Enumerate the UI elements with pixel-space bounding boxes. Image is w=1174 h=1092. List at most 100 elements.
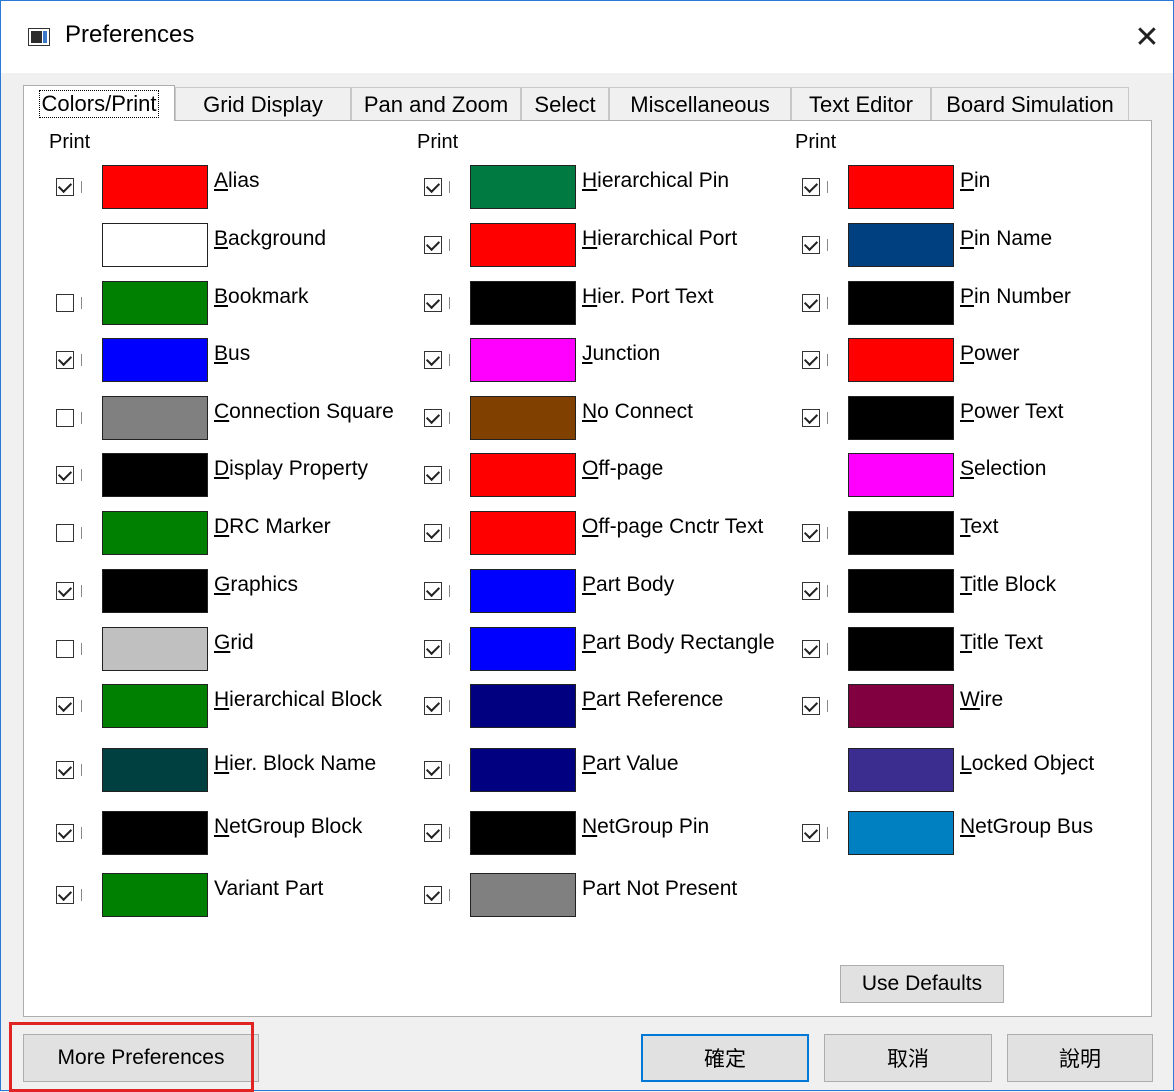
- color-swatch-alias[interactable]: [102, 165, 208, 209]
- color-swatch-connection-square[interactable]: [102, 396, 208, 440]
- color-swatch-junction[interactable]: [470, 338, 576, 382]
- print-checkbox-off-page-cnctr-text[interactable]: [424, 524, 442, 542]
- color-swatch-graphics[interactable]: [102, 569, 208, 613]
- color-swatch-power-text[interactable]: [848, 396, 954, 440]
- tab-grid-display[interactable]: Grid Display: [175, 87, 351, 121]
- color-swatch-hierarchical-port[interactable]: [470, 223, 576, 267]
- color-swatch-grid[interactable]: [102, 627, 208, 671]
- color-label-netgroup-bus: NetGroup Bus: [960, 815, 1094, 838]
- print-checkbox-text[interactable]: [802, 524, 820, 542]
- print-checkbox-pin[interactable]: [802, 178, 820, 196]
- print-checkbox-display-property[interactable]: [56, 466, 74, 484]
- tab-pan-and-zoom[interactable]: Pan and Zoom: [351, 87, 521, 121]
- color-swatch-bus[interactable]: [102, 338, 208, 382]
- color-swatch-text[interactable]: [848, 511, 954, 555]
- print-checkbox-netgroup-block[interactable]: [56, 824, 74, 842]
- print-checkbox-hierarchical-block[interactable]: [56, 697, 74, 715]
- help-button[interactable]: 說明: [1007, 1034, 1153, 1082]
- color-label-bookmark: Bookmark: [214, 285, 309, 308]
- print-checkbox-off-page[interactable]: [424, 466, 442, 484]
- print-checkbox-hier-block-name[interactable]: [56, 761, 74, 779]
- color-label-bus: Bus: [214, 342, 251, 365]
- color-swatch-locked-object[interactable]: [848, 748, 954, 792]
- color-swatch-netgroup-pin[interactable]: [470, 811, 576, 855]
- color-swatch-power[interactable]: [848, 338, 954, 382]
- print-checkbox-bookmark[interactable]: [56, 294, 74, 312]
- print-checkbox-hierarchical-port[interactable]: [424, 236, 442, 254]
- close-icon[interactable]: ✕: [1121, 11, 1173, 63]
- color-swatch-selection[interactable]: [848, 453, 954, 497]
- color-swatch-netgroup-bus[interactable]: [848, 811, 954, 855]
- print-checkbox-part-body-rectangle[interactable]: [424, 640, 442, 658]
- color-swatch-part-not-present[interactable]: [470, 873, 576, 917]
- print-checkbox-no-connect[interactable]: [424, 409, 442, 427]
- color-swatch-bookmark[interactable]: [102, 281, 208, 325]
- use-defaults-button[interactable]: Use Defaults: [840, 965, 1004, 1003]
- color-swatch-pin-number[interactable]: [848, 281, 954, 325]
- tab-label: Board Simulation: [946, 91, 1114, 117]
- print-checkbox-hier-port-text[interactable]: [424, 294, 442, 312]
- color-swatch-hierarchical-block[interactable]: [102, 684, 208, 728]
- color-label-no-connect: No Connect: [582, 400, 693, 423]
- tab-label: Text Editor: [809, 91, 913, 117]
- color-swatch-off-page-cnctr-text[interactable]: [470, 511, 576, 555]
- color-swatch-wire[interactable]: [848, 684, 954, 728]
- color-label-locked-object: Locked Object: [960, 752, 1095, 775]
- separator-tick: [449, 585, 450, 597]
- print-checkbox-netgroup-bus[interactable]: [802, 824, 820, 842]
- color-swatch-part-body[interactable]: [470, 569, 576, 613]
- print-checkbox-netgroup-pin[interactable]: [424, 824, 442, 842]
- print-checkbox-connection-square[interactable]: [56, 409, 74, 427]
- color-swatch-hier-port-text[interactable]: [470, 281, 576, 325]
- color-swatch-title-text[interactable]: [848, 627, 954, 671]
- color-swatch-off-page[interactable]: [470, 453, 576, 497]
- color-swatch-background[interactable]: [102, 223, 208, 267]
- color-swatch-hierarchical-pin[interactable]: [470, 165, 576, 209]
- print-checkbox-pin-number[interactable]: [802, 294, 820, 312]
- tab-select[interactable]: Select: [521, 87, 609, 121]
- color-label-variant-part: Variant Part: [214, 877, 324, 900]
- tab-label: Pan and Zoom: [363, 91, 509, 117]
- print-checkbox-alias[interactable]: [56, 178, 74, 196]
- color-swatch-netgroup-block[interactable]: [102, 811, 208, 855]
- color-swatch-drc-marker[interactable]: [102, 511, 208, 555]
- color-swatch-title-block[interactable]: [848, 569, 954, 613]
- more-preferences-button[interactable]: More Preferences: [23, 1034, 259, 1082]
- color-swatch-part-reference[interactable]: [470, 684, 576, 728]
- print-checkbox-bus[interactable]: [56, 351, 74, 369]
- print-checkbox-title-text[interactable]: [802, 640, 820, 658]
- print-checkbox-part-value[interactable]: [424, 761, 442, 779]
- separator-tick: [827, 239, 828, 251]
- color-label-power-text: Power Text: [960, 400, 1064, 423]
- color-label-hierarchical-block: Hierarchical Block: [214, 688, 383, 711]
- print-checkbox-power[interactable]: [802, 351, 820, 369]
- separator-tick: [449, 469, 450, 481]
- print-checkbox-part-reference[interactable]: [424, 697, 442, 715]
- print-checkbox-grid[interactable]: [56, 640, 74, 658]
- color-swatch-variant-part[interactable]: [102, 873, 208, 917]
- print-checkbox-title-block[interactable]: [802, 582, 820, 600]
- color-swatch-no-connect[interactable]: [470, 396, 576, 440]
- print-checkbox-graphics[interactable]: [56, 582, 74, 600]
- color-swatch-hier-block-name[interactable]: [102, 748, 208, 792]
- color-swatch-display-property[interactable]: [102, 453, 208, 497]
- color-swatch-part-body-rectangle[interactable]: [470, 627, 576, 671]
- color-swatch-pin[interactable]: [848, 165, 954, 209]
- print-checkbox-part-not-present[interactable]: [424, 886, 442, 904]
- print-checkbox-junction[interactable]: [424, 351, 442, 369]
- print-checkbox-drc-marker[interactable]: [56, 524, 74, 542]
- print-checkbox-pin-name[interactable]: [802, 236, 820, 254]
- print-checkbox-part-body[interactable]: [424, 582, 442, 600]
- tab-miscellaneous[interactable]: Miscellaneous: [609, 87, 791, 121]
- tab-colors-print[interactable]: Colors/Print: [23, 85, 175, 121]
- tab-text-editor[interactable]: Text Editor: [791, 87, 931, 121]
- color-swatch-part-value[interactable]: [470, 748, 576, 792]
- color-swatch-pin-name[interactable]: [848, 223, 954, 267]
- ok-button[interactable]: 確定: [641, 1034, 809, 1082]
- tab-board-simulation[interactable]: Board Simulation: [931, 87, 1129, 121]
- print-checkbox-hierarchical-pin[interactable]: [424, 178, 442, 196]
- cancel-button[interactable]: 取消: [824, 1034, 992, 1082]
- print-checkbox-power-text[interactable]: [802, 409, 820, 427]
- print-checkbox-wire[interactable]: [802, 697, 820, 715]
- print-checkbox-variant-part[interactable]: [56, 886, 74, 904]
